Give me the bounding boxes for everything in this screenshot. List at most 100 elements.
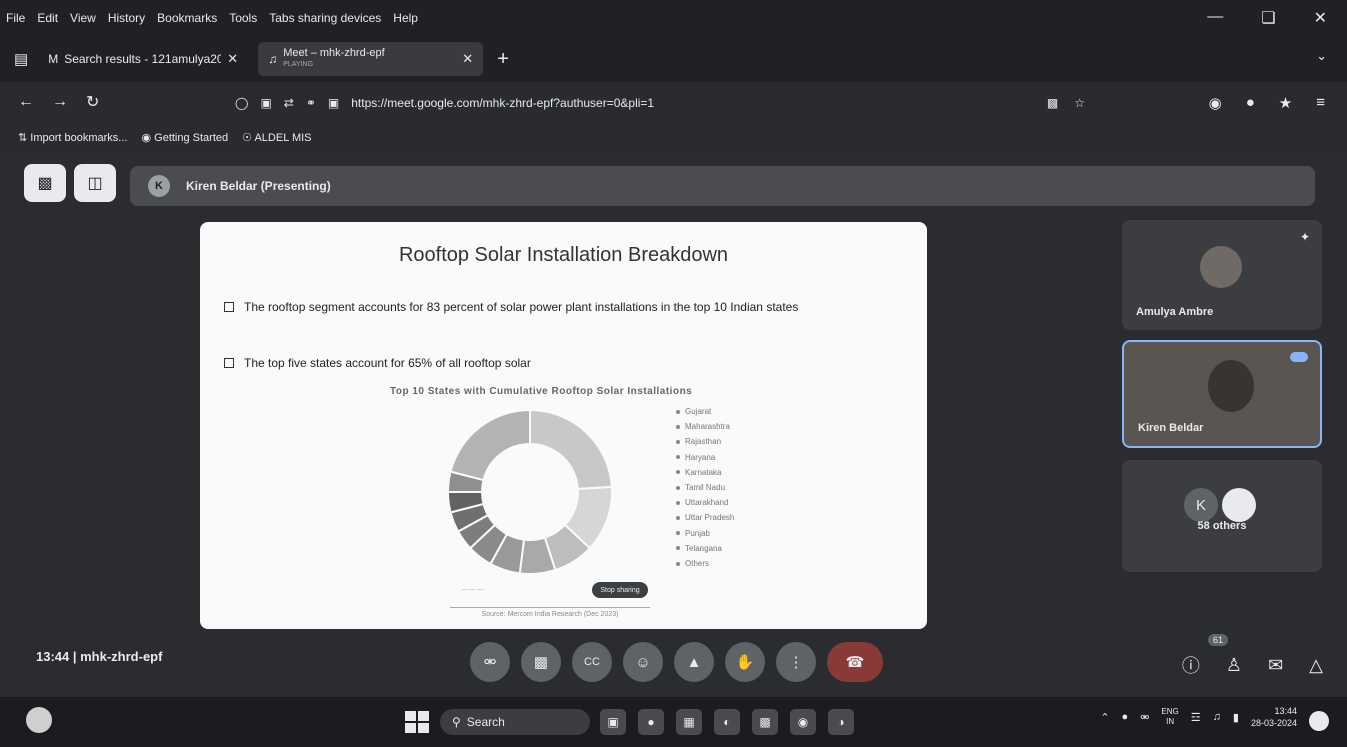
- legend-item: Tamil Nadu: [676, 480, 734, 495]
- reactions-button[interactable]: ☺: [623, 642, 663, 682]
- close-tab-icon[interactable]: ✕: [462, 51, 473, 67]
- legend-item: Uttar Pradesh: [676, 510, 734, 525]
- volume-icon[interactable]: ♫: [1213, 711, 1221, 723]
- menu-edit[interactable]: Edit: [37, 11, 58, 25]
- activities-icon[interactable]: △: [1309, 655, 1323, 676]
- present-off-icon: ▩: [37, 175, 53, 192]
- menu-icon[interactable]: ≡: [1316, 94, 1325, 112]
- bookmark-star-icon[interactable]: ☆: [1074, 96, 1085, 110]
- tab-overview-icon[interactable]: ▤: [14, 50, 28, 68]
- taskbar-search[interactable]: ⚲ Search: [440, 709, 590, 735]
- search-label: Search: [466, 715, 505, 729]
- screen-share-indicator-icon[interactable]: ▩: [1047, 96, 1058, 110]
- menu-file[interactable]: File: [6, 11, 25, 25]
- tab-search-results[interactable]: M Search results - 121amulya209 ✕: [38, 42, 248, 76]
- legend-label: Telangana: [685, 543, 722, 553]
- camera-button[interactable]: ▩: [521, 642, 561, 682]
- legend-label: Haryana: [685, 452, 716, 462]
- menu-bookmarks[interactable]: Bookmarks: [157, 11, 217, 25]
- layout-button[interactable]: ◫: [74, 164, 116, 202]
- bullet-box-icon: [224, 302, 234, 312]
- weather-widget-icon[interactable]: [26, 707, 52, 733]
- extensions-icon[interactable]: ★: [1279, 94, 1292, 112]
- people-icon[interactable]: ♙: [1226, 655, 1242, 676]
- meeting-time: 13:44: [36, 649, 70, 664]
- mic-tray-icon[interactable]: ⚮: [1140, 711, 1149, 724]
- legend-item: Others: [676, 556, 734, 571]
- mic-button[interactable]: ⚮: [470, 642, 510, 682]
- account-icon[interactable]: ●: [1246, 94, 1255, 112]
- menu-history[interactable]: History: [108, 11, 145, 25]
- tray-app-icon[interactable]: ●: [1122, 711, 1129, 723]
- participant-name: Amulya Ambre: [1136, 306, 1214, 318]
- participant-tile-kiren[interactable]: Kiren Beldar: [1122, 340, 1322, 448]
- captions-button[interactable]: CC: [572, 642, 612, 682]
- menu-help[interactable]: Help: [393, 11, 418, 25]
- legend-dot-icon: [676, 516, 680, 521]
- pocket-icon[interactable]: ◉: [1209, 94, 1222, 112]
- menu-view[interactable]: View: [70, 11, 96, 25]
- lock-icon[interactable]: ▣: [260, 96, 271, 110]
- chat-icon[interactable]: ✉: [1268, 655, 1283, 676]
- participant-count-badge: 61: [1208, 634, 1229, 646]
- menu-tools[interactable]: Tools: [229, 11, 257, 25]
- menu-tabs-sharing[interactable]: Tabs sharing devices: [269, 11, 381, 25]
- store-icon[interactable]: ▩: [752, 709, 778, 735]
- stop-sharing-pill[interactable]: Stop sharing: [592, 582, 648, 598]
- legend-dot-icon: [676, 470, 680, 475]
- camera-permission-icon[interactable]: ▣: [328, 96, 339, 110]
- camera-off-icon: ▩: [533, 654, 549, 671]
- leave-call-button[interactable]: ☎: [827, 642, 883, 682]
- chat-app-icon[interactable]: ●: [638, 709, 664, 735]
- address-bar[interactable]: ◯ ▣ ⇄ ⚭ ▣ https://meet.google.com/mhk-zh…: [225, 88, 1095, 118]
- others-avatar-photo: [1222, 488, 1256, 522]
- minimize-icon[interactable]: —: [1207, 8, 1223, 28]
- back-icon[interactable]: ←: [18, 93, 34, 111]
- task-view-icon[interactable]: ▣: [600, 709, 626, 735]
- bookmark-getting-started[interactable]: ◉ Getting Started: [141, 131, 228, 144]
- language-indicator[interactable]: ENG IN: [1161, 707, 1178, 727]
- chrome-icon[interactable]: ◉: [790, 709, 816, 735]
- participant-tile-amulya[interactable]: ✦ Amulya Ambre: [1122, 220, 1322, 330]
- raise-hand-button[interactable]: ✋: [725, 642, 765, 682]
- reload-icon[interactable]: ↻: [86, 92, 99, 112]
- more-options-button[interactable]: ⋮: [776, 642, 816, 682]
- permissions-icon[interactable]: ⇄: [284, 96, 294, 110]
- legend-item: Rajasthan: [676, 434, 734, 449]
- legend-item: Karnataka: [676, 465, 734, 480]
- pin-icon[interactable]: ✦: [1300, 230, 1310, 244]
- new-tab-button[interactable]: +: [497, 48, 509, 71]
- restore-icon[interactable]: ❏: [1261, 8, 1275, 28]
- edge-icon[interactable]: ◐: [714, 709, 740, 735]
- close-tab-icon[interactable]: ✕: [227, 51, 238, 67]
- present-button[interactable]: ▲: [674, 642, 714, 682]
- tab-meet[interactable]: ♫ Meet – mhk-zhrd-epf PLAYING ✕: [258, 42, 484, 76]
- bookmark-aldel-mis[interactable]: ☉ ALDEL MIS: [242, 131, 311, 144]
- list-all-tabs-icon[interactable]: ⌄: [1316, 48, 1327, 64]
- firefox-taskbar-icon[interactable]: ◑: [828, 709, 854, 735]
- info-icon[interactable]: ⓘ: [1182, 652, 1200, 678]
- shield-icon[interactable]: ◯: [235, 96, 248, 110]
- stop-presenting-button[interactable]: ▩: [24, 164, 66, 202]
- file-explorer-icon[interactable]: ▦: [676, 709, 702, 735]
- globe-icon: ☉: [242, 131, 255, 144]
- chart-legend: Gujarat Maharashtra Rajasthan Haryana Karnat…: [676, 404, 734, 571]
- tray-overflow-icon[interactable]: ⌃: [1100, 711, 1109, 724]
- notifications-icon[interactable]: [1309, 711, 1329, 731]
- others-label: 58 others: [1197, 520, 1247, 532]
- chart-note: — — —: [462, 587, 484, 593]
- wifi-icon[interactable]: ☲: [1191, 711, 1201, 724]
- forward-icon[interactable]: →: [52, 93, 68, 111]
- bookmark-import[interactable]: ⇅ Import bookmarks...: [18, 131, 127, 144]
- close-window-icon[interactable]: ✕: [1314, 8, 1327, 28]
- tab-subtitle: PLAYING: [283, 61, 314, 68]
- battery-icon[interactable]: ▮: [1233, 711, 1239, 724]
- legend-label: Punjab: [685, 528, 710, 538]
- url-text[interactable]: https://meet.google.com/mhk-zhrd-epf?aut…: [351, 96, 654, 110]
- participant-tile-others[interactable]: K 58 others: [1122, 460, 1322, 572]
- mic-permission-icon[interactable]: ⚭: [306, 96, 316, 110]
- clock[interactable]: 13:44 28-03-2024: [1251, 705, 1297, 729]
- start-button[interactable]: [405, 711, 429, 733]
- menu-bar: File Edit View History Bookmarks Tools T…: [0, 0, 1347, 36]
- side-controls: ⓘ ♙ ✉ △: [1182, 652, 1323, 678]
